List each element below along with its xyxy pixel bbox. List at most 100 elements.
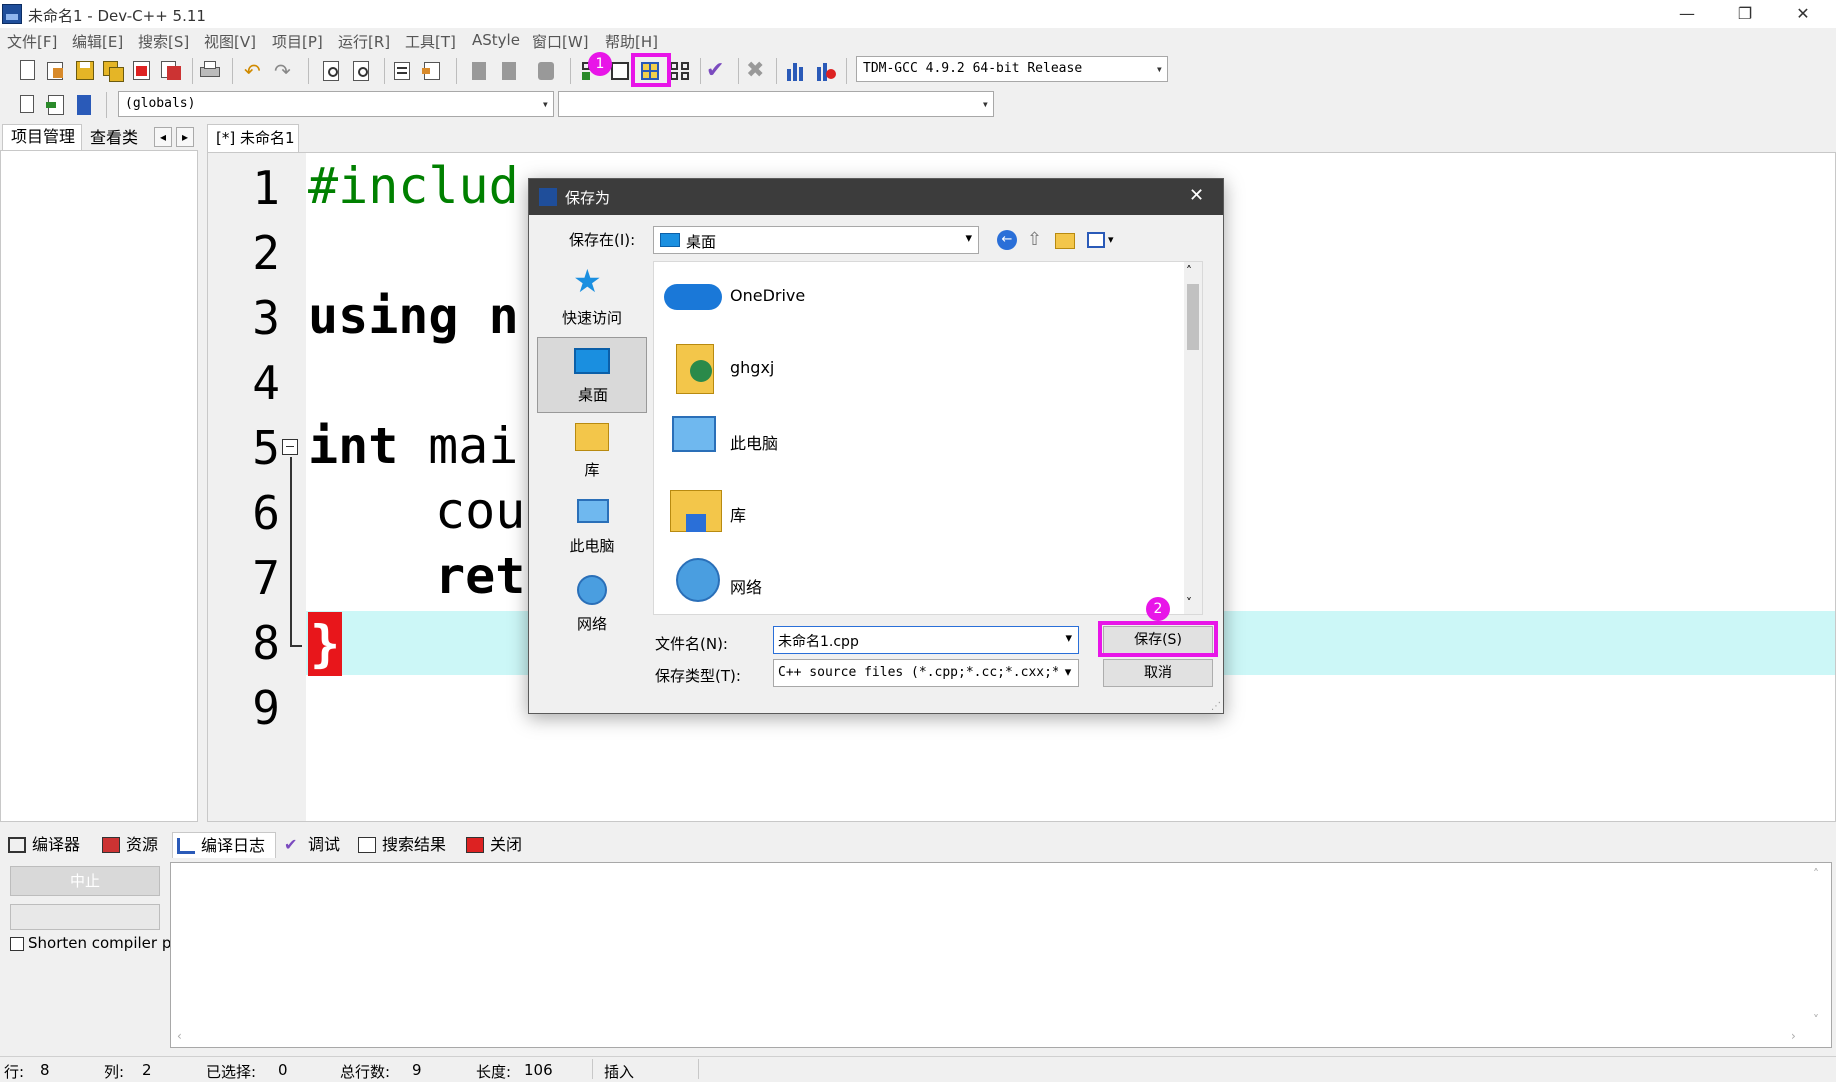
length-value: 106 [524,1061,553,1079]
menu-view[interactable]: 视图[V] [204,31,256,52]
close-all-icon[interactable] [159,59,183,83]
scope-select[interactable]: (globals) ▾ [118,91,554,117]
close-file-icon[interactable] [130,59,154,83]
goto-line-icon[interactable] [44,93,68,117]
save-all-icon[interactable] [101,59,125,83]
menu-tools[interactable]: 工具[T] [405,31,456,52]
place-quick-access[interactable]: ★ 快速访问 [537,261,647,337]
grid-layout-icon[interactable] [668,59,692,83]
indent-icon[interactable] [390,59,414,83]
length-label: 长度: [476,1063,512,1081]
onedrive-cloud-icon [664,284,722,310]
menu-file[interactable]: 文件[F] [7,31,57,52]
menu-window[interactable]: 窗口[W] [532,31,589,52]
editor-tab-untitled1[interactable]: [*] 未命名1 [207,124,299,152]
undo-icon[interactable]: ↶ [244,59,268,83]
highlight-box-2 [1098,621,1218,657]
cancel-button[interactable]: 取消 [1103,659,1213,687]
file-list-scrollbar[interactable]: ˄ ˅ [1184,262,1202,614]
user-avatar-icon [690,360,712,382]
file-list[interactable]: OneDrive ghgxj 此电脑 库 网络 ˄ ˅ [653,261,1203,615]
compiler-select[interactable]: TDM-GCC 4.9.2 64-bit Release ▾ [856,56,1168,82]
dialog-close-button[interactable]: ✕ [1189,185,1204,206]
insert-icon[interactable] [16,93,40,117]
open-file-icon[interactable] [44,59,68,83]
scroll-right-icon[interactable]: › [1791,1029,1796,1043]
menu-search[interactable]: 搜索[S] [138,31,189,52]
chart-delete-icon[interactable] [814,59,838,83]
unindent-icon[interactable] [420,59,444,83]
scroll-down-icon[interactable]: ˅ [1813,1013,1819,1027]
places-bar: ★ 快速访问 桌面 库 此电脑 网络 [537,261,647,707]
bookmark-icon[interactable] [534,59,558,83]
save-in-select[interactable]: 桌面 ▾ [653,226,979,254]
tab-debug[interactable]: ✔ 调试 [280,832,350,858]
place-library[interactable]: 库 [537,417,647,493]
resource-icon [102,837,120,853]
toolbar-separator [232,58,233,84]
list-item[interactable]: 网络 [662,554,1182,614]
list-item-label: 网络 [730,578,763,597]
tab-compiler[interactable]: 编译器 [4,832,96,858]
library-badge-icon [686,514,706,532]
menu-help[interactable]: 帮助[H] [605,31,658,52]
menu-edit[interactable]: 编辑[E] [72,31,123,52]
menu-run[interactable]: 运行[R] [338,31,390,52]
shorten-paths-checkbox[interactable] [10,937,24,951]
tab-close[interactable]: 关闭 [462,832,532,858]
chart-icon[interactable] [784,59,808,83]
tab-resources[interactable]: 资源 [98,832,168,858]
code-line-7: ret [435,547,526,605]
new-file-icon[interactable] [16,59,40,83]
tab-search-results[interactable]: 搜索结果 [354,832,454,858]
line-number: 6 [252,486,280,540]
close-button[interactable]: ✕ [1780,2,1826,26]
filetype-label: 保存类型(T): [655,667,741,685]
view-menu-icon[interactable]: ▾ [1087,232,1117,250]
resize-grip-icon[interactable]: ⋰ [1211,701,1221,712]
list-item[interactable]: 库 [662,482,1182,542]
check-syntax-icon[interactable]: ✔ [706,59,730,83]
place-network[interactable]: 网络 [537,573,647,649]
filetype-select[interactable]: C++ source files (*.cpp;*.cc;*.cxx;*. ▾ [773,659,1079,687]
goto-right-icon[interactable] [496,59,520,83]
list-item[interactable]: 此电脑 [662,410,1182,470]
replace-icon[interactable] [350,59,374,83]
scroll-up-icon[interactable]: ˄ [1186,264,1192,278]
scroll-down-icon[interactable]: ˅ [1186,596,1192,610]
place-this-pc[interactable]: 此电脑 [537,495,647,571]
filename-input[interactable]: 未命名1.cpp ▾ [773,626,1079,654]
function-select[interactable]: ▾ [558,91,994,117]
scroll-up-icon[interactable]: ˄ [1813,867,1819,881]
save-icon[interactable] [73,59,97,83]
toggle-bookmark-icon[interactable] [72,93,96,117]
list-item[interactable]: ghgxj [662,338,1182,398]
restore-button[interactable]: ❐ [1722,2,1768,26]
print-icon[interactable] [198,59,222,83]
stop-icon[interactable]: ✖ [746,59,770,83]
menu-astyle[interactable]: AStyle [472,31,520,49]
back-icon[interactable]: ← [997,230,1017,250]
tab-next-button[interactable]: ▸ [176,127,194,147]
abort-button[interactable]: 中止 [10,866,160,896]
compile-log-output[interactable]: ˄ ˅ ‹ › [170,862,1832,1048]
place-desktop[interactable]: 桌面 [537,337,647,413]
network-globe-icon [577,575,607,605]
tab-prev-button[interactable]: ◂ [154,127,172,147]
minimize-button[interactable]: — [1664,2,1710,26]
new-folder-icon[interactable] [1055,233,1075,249]
goto-left-icon[interactable] [466,59,490,83]
find-icon[interactable] [320,59,344,83]
tab-project[interactable]: 项目管理 [2,124,82,150]
fold-toggle-icon[interactable] [282,439,298,455]
up-folder-icon[interactable]: ⇧ [1027,230,1045,250]
tab-classes[interactable]: 查看类 [84,126,146,150]
line-number: 1 [252,161,280,215]
window-title: 未命名1 - Dev-C++ 5.11 [28,7,206,25]
menu-project[interactable]: 项目[P] [272,31,323,52]
scrollbar-thumb[interactable] [1187,284,1199,350]
redo-icon[interactable]: ↷ [274,59,298,83]
scroll-left-icon[interactable]: ‹ [177,1029,182,1043]
list-item[interactable]: OneDrive [662,266,1182,326]
tab-compile-log[interactable]: 编译日志 [172,832,276,858]
